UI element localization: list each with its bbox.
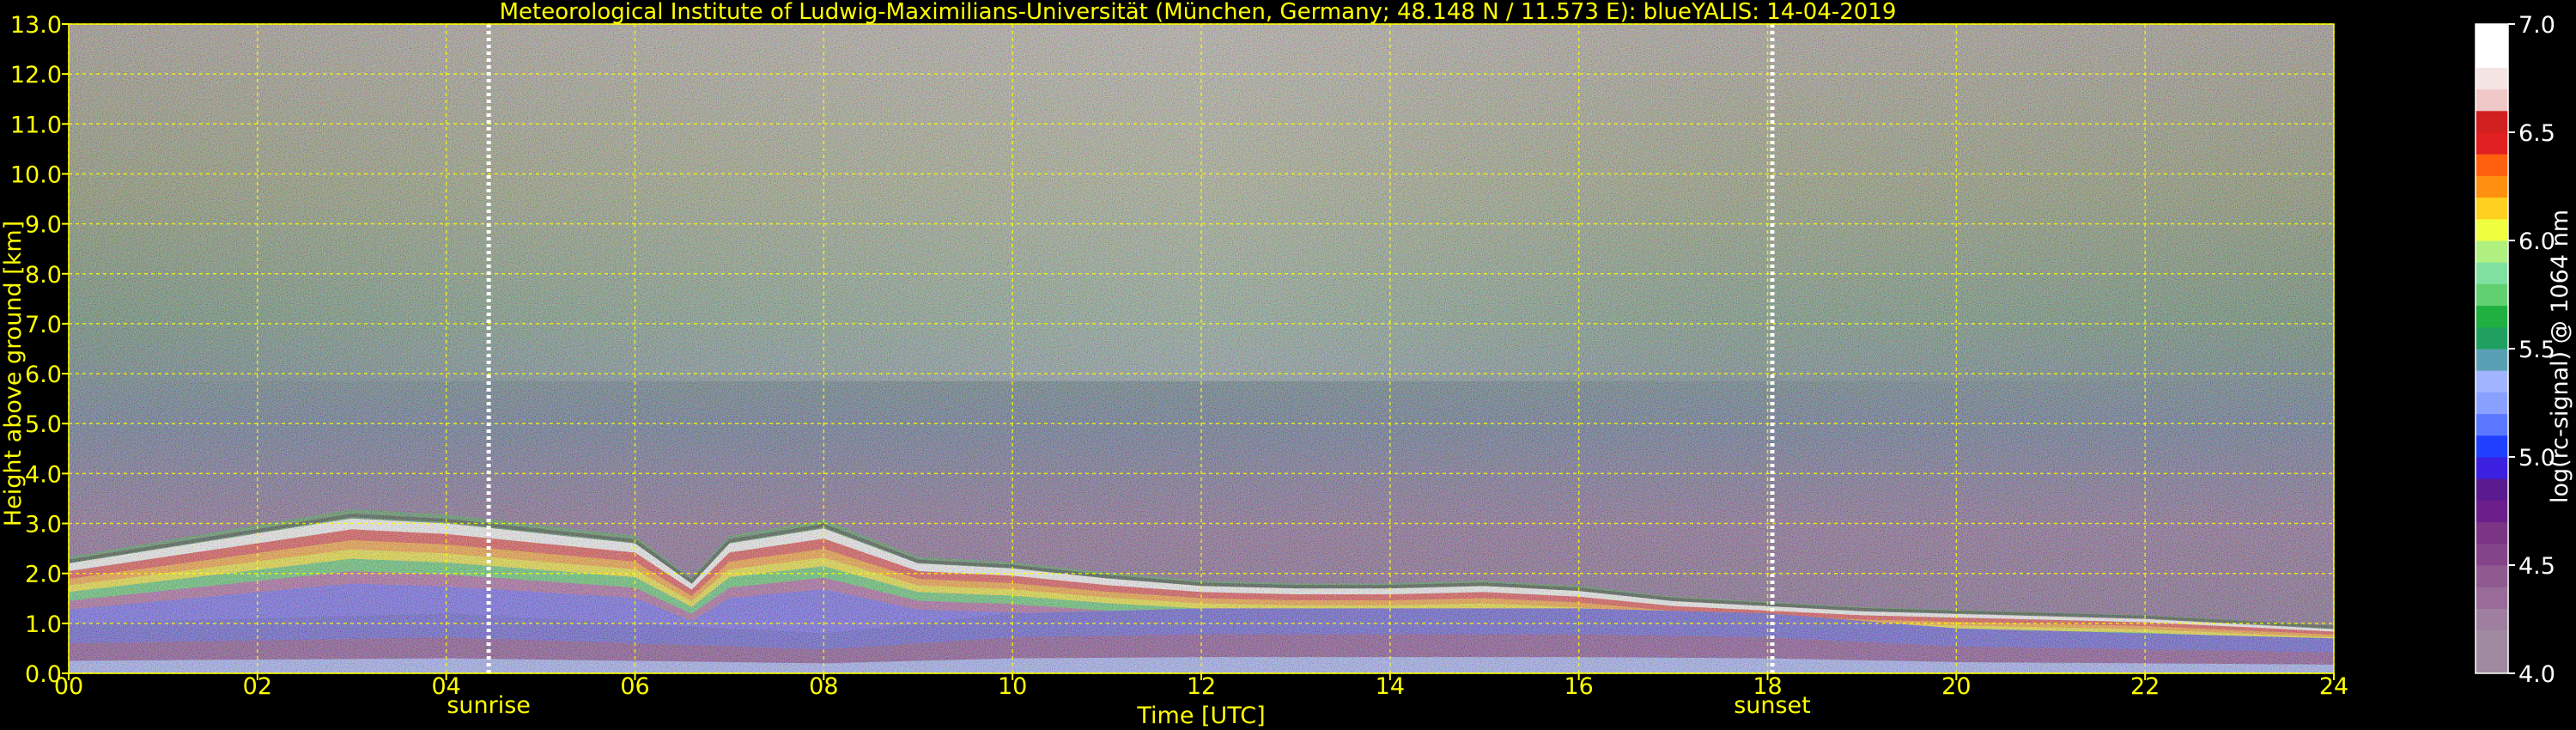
colorbar-tick-label: 4.5 bbox=[2518, 553, 2555, 580]
x-tick-label: 06 bbox=[620, 673, 649, 700]
colorbar-segment bbox=[2476, 500, 2508, 523]
colorbar-segment bbox=[2476, 370, 2508, 392]
colorbar-segment bbox=[2476, 413, 2508, 436]
colorbar-segment bbox=[2476, 630, 2508, 653]
x-tick-label: 10 bbox=[998, 673, 1027, 700]
y-tick-label: 3.0 bbox=[25, 512, 62, 538]
x-tick-label: 14 bbox=[1376, 673, 1405, 700]
x-tick-label: 16 bbox=[1564, 673, 1593, 700]
colorbar-tick-label: 7.0 bbox=[2518, 12, 2555, 39]
y-tick-label: 0.0 bbox=[25, 661, 62, 688]
colorbar-segment bbox=[2476, 24, 2508, 46]
colorbar-segment bbox=[2476, 132, 2508, 155]
colorbar-segment bbox=[2476, 608, 2508, 631]
colorbar-segment bbox=[2476, 110, 2508, 133]
y-tick-label: 5.0 bbox=[25, 411, 62, 438]
colorbar-segment bbox=[2476, 326, 2508, 350]
x-tick-label: 08 bbox=[809, 673, 838, 700]
x-tick-label: 20 bbox=[1941, 673, 1971, 700]
y-tick-label: 13.0 bbox=[10, 12, 62, 39]
colorbar-segment bbox=[2476, 349, 2508, 371]
colorbar-tick-label: 6.5 bbox=[2518, 120, 2555, 147]
y-tick-label: 8.0 bbox=[25, 262, 62, 289]
colorbar-segment bbox=[2476, 565, 2508, 587]
colorbar-segment bbox=[2476, 46, 2508, 68]
colorbar-segment bbox=[2476, 305, 2508, 328]
colorbar-segment bbox=[2476, 478, 2508, 501]
colorbar-segment bbox=[2476, 587, 2508, 609]
colorbar-segment bbox=[2476, 262, 2508, 284]
lidar-chart: sunrise sunset 00 02 04 06 08 10 12 14 16 18 20 22 24… bbox=[0, 0, 2573, 729]
colorbar-segment bbox=[2476, 67, 2508, 90]
colorbar-segment bbox=[2476, 543, 2508, 566]
x-tick-label: 24 bbox=[2319, 673, 2348, 700]
colorbar-segment bbox=[2476, 88, 2508, 112]
colorbar-segment bbox=[2476, 435, 2508, 458]
colorbar-segment bbox=[2476, 457, 2508, 479]
y-tick-label: 6.0 bbox=[25, 362, 62, 388]
x-tick-label: 12 bbox=[1187, 673, 1216, 700]
chart-title: Meteorological Institute of Ludwig-Maxim… bbox=[500, 0, 1897, 25]
y-tick-label: 7.0 bbox=[25, 312, 62, 338]
colorbar-segment bbox=[2476, 240, 2508, 263]
x-axis-label: Time [UTC] bbox=[1136, 703, 1265, 729]
colorbar-segment bbox=[2476, 283, 2508, 307]
x-tick-label: 18 bbox=[1753, 673, 1782, 700]
y-tick-label: 12.0 bbox=[10, 62, 62, 88]
y-tick-label: 4.0 bbox=[25, 461, 62, 488]
colorbar-label: log(rc-signal) @ 1064 nm bbox=[2547, 210, 2573, 503]
y-axis-label: Height above ground [km] bbox=[0, 221, 27, 526]
colorbar-segment bbox=[2476, 392, 2508, 415]
colorbar-segment bbox=[2476, 218, 2508, 241]
colorbar-segment bbox=[2476, 175, 2508, 198]
y-tick-label: 11.0 bbox=[10, 112, 62, 138]
colorbar-segment bbox=[2476, 197, 2508, 220]
colorbar: 4.04.55.05.56.06.57.0 bbox=[2475, 12, 2555, 688]
y-tick-label: 1.0 bbox=[25, 611, 62, 638]
x-tick-label: 02 bbox=[243, 673, 272, 700]
x-tick-label: 04 bbox=[431, 673, 460, 700]
colorbar-segment bbox=[2476, 521, 2508, 544]
y-tick-label: 10.0 bbox=[10, 161, 62, 188]
colorbar-segment bbox=[2476, 651, 2508, 674]
x-tick-label: 22 bbox=[2130, 673, 2160, 700]
y-tick-label: 2.0 bbox=[25, 562, 62, 588]
colorbar-tick-label: 4.0 bbox=[2518, 661, 2555, 688]
colorbar-segment bbox=[2476, 154, 2508, 176]
y-tick-label: 9.0 bbox=[25, 212, 62, 239]
